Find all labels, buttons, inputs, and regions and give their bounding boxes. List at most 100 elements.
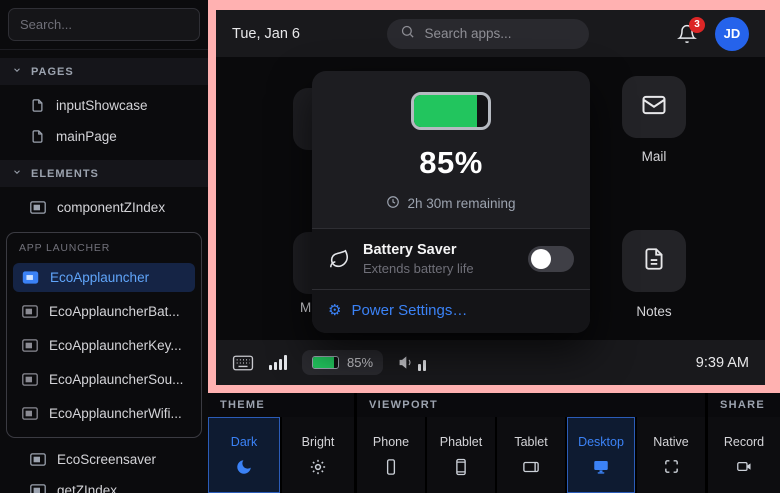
theme-dark-button[interactable]: Dark: [208, 417, 280, 493]
fullscreen-brackets-icon: [663, 458, 680, 475]
app-launcher-group: APP LAUNCHER EcoApplauncher EcoApplaunch…: [6, 232, 202, 438]
volume-icon[interactable]: [398, 354, 426, 371]
app-label-notes: Notes: [622, 304, 686, 319]
sidebar-item-ecoapplaunchersou[interactable]: EcoApplauncherSou...: [13, 365, 195, 394]
toolbar-section-share: SHARE Record: [708, 393, 780, 493]
sidebar-item-label: EcoApplauncherBat...: [49, 304, 180, 319]
power-settings-label: Power Settings…: [351, 302, 467, 319]
battery-saver-row: Battery Saver Extends battery life: [312, 229, 590, 289]
button-label: Bright: [302, 435, 335, 449]
file-icon: [30, 98, 45, 113]
section-title: SHARE: [708, 393, 780, 417]
battery-percentage: 85%: [328, 145, 574, 181]
notifications-button[interactable]: 3: [677, 24, 697, 44]
sidebar-search-input[interactable]: [20, 17, 188, 32]
avatar[interactable]: JD: [715, 17, 749, 51]
section-header-elements[interactable]: ELEMENTS: [0, 160, 208, 187]
share-record-button[interactable]: Record: [708, 417, 780, 493]
component-icon: [22, 305, 38, 318]
sidebar-item-label: getZIndex: [57, 483, 117, 493]
sun-icon: [309, 458, 327, 476]
sidebar-item-label: componentZIndex: [57, 200, 165, 215]
battery-saver-toggle[interactable]: [528, 246, 574, 272]
leaf-icon: [328, 248, 350, 270]
sidebar-item-label: inputShowcase: [56, 98, 148, 113]
sidebar-item-mainpage[interactable]: mainPage: [0, 121, 208, 152]
signal-strength-icon[interactable]: [269, 355, 287, 370]
sidebar-item-ecoapplauncher[interactable]: EcoApplauncher: [13, 263, 195, 292]
app-tile-mail[interactable]: [622, 76, 686, 138]
sidebar-item-ecoapplauncherkey[interactable]: EcoApplauncherKey...: [13, 331, 195, 360]
battery-icon: [312, 356, 339, 369]
sidebar-item-getzindex[interactable]: getZIndex: [0, 475, 208, 493]
phablet-icon: [452, 458, 470, 476]
viewport-tablet-button[interactable]: Tablet: [497, 417, 565, 493]
sidebar-item-label: mainPage: [56, 129, 117, 144]
app-launcher-preview: Tue, Jan 6 3 JD: [216, 10, 765, 385]
section-header-pages[interactable]: PAGES: [0, 58, 208, 85]
sidebar-item-componentzindex[interactable]: componentZIndex: [0, 192, 208, 223]
component-icon: [30, 201, 46, 214]
viewport-native-button[interactable]: Native: [637, 417, 705, 493]
toolbar-section-theme: THEME Dark Bright: [208, 393, 354, 493]
phone-icon: [382, 458, 400, 476]
button-label: Tablet: [514, 435, 547, 449]
desktop-icon: [591, 458, 611, 476]
sidebar-item-label: EcoApplauncherSou...: [49, 372, 183, 387]
sidebar-item-ecoapplauncherwifi[interactable]: EcoApplauncherWifi...: [13, 399, 195, 428]
clock-label: 9:39 AM: [696, 355, 749, 371]
preview-topbar: Tue, Jan 6 3 JD: [216, 10, 765, 57]
group-label: APP LAUNCHER: [13, 239, 195, 263]
sidebar-item-label: EcoApplauncherWifi...: [49, 406, 182, 421]
moon-icon: [235, 458, 253, 476]
sidebar-search[interactable]: [8, 8, 200, 41]
button-label: Phablet: [440, 435, 482, 449]
keyboard-icon[interactable]: [232, 354, 254, 372]
desktop-area: M Mail Notes: [216, 57, 765, 340]
theme-bright-button[interactable]: Bright: [282, 417, 354, 493]
battery-popup: 85% 2h 30m remaining: [312, 71, 590, 333]
battery-fill-level: [414, 95, 477, 127]
sidebar-item-inputshowcase[interactable]: inputShowcase: [0, 90, 208, 121]
divider: [0, 49, 208, 50]
component-icon: [30, 453, 46, 466]
viewport-phone-button[interactable]: Phone: [357, 417, 425, 493]
battery-saver-subtitle: Extends battery life: [363, 261, 474, 276]
sidebar-item-label: EcoApplauncherKey...: [49, 338, 182, 353]
app-label-partial: M: [300, 300, 311, 315]
power-settings-link[interactable]: ⚙ Power Settings…: [312, 290, 590, 333]
chevron-down-icon: [12, 65, 22, 78]
app-search[interactable]: [387, 19, 589, 49]
viewport-desktop-button[interactable]: Desktop: [567, 417, 635, 493]
battery-remaining-label: 2h 30m remaining: [407, 196, 515, 211]
preview-highlight-frame: Tue, Jan 6 3 JD: [208, 0, 780, 393]
sidebar-item-ecoapplauncherbat[interactable]: EcoApplauncherBat...: [13, 297, 195, 326]
taskbar-battery-percent: 85%: [347, 355, 373, 370]
tablet-icon: [521, 458, 541, 476]
playground-toolbar: THEME Dark Bright VIEWPORT: [208, 393, 780, 493]
sidebar-item-label: EcoScreensaver: [57, 452, 156, 467]
section-label: ELEMENTS: [31, 168, 99, 180]
button-label: Phone: [373, 435, 409, 449]
app-search-input[interactable]: [424, 26, 576, 41]
gear-icon: ⚙: [328, 303, 341, 318]
button-label: Desktop: [578, 435, 624, 449]
file-icon: [30, 129, 45, 144]
component-icon: [22, 407, 38, 420]
search-icon: [400, 24, 415, 44]
battery-status-section: 85% 2h 30m remaining: [312, 71, 590, 228]
taskbar-battery-button[interactable]: 85%: [302, 350, 383, 375]
sidebar-item-ecoscreensaver[interactable]: EcoScreensaver: [0, 444, 208, 475]
viewport-phablet-button[interactable]: Phablet: [427, 417, 495, 493]
battery-fill-level: [313, 357, 334, 368]
button-label: Dark: [231, 435, 257, 449]
battery-icon: [411, 92, 491, 130]
section-title: VIEWPORT: [357, 393, 705, 417]
component-icon: [22, 271, 39, 284]
component-icon: [22, 339, 38, 352]
app-label-mail: Mail: [622, 149, 686, 164]
app-tile-notes[interactable]: [622, 230, 686, 292]
component-sidebar: PAGES inputShowcase mainPage ELEMENTS co…: [0, 0, 208, 493]
button-label: Native: [653, 435, 688, 449]
date-label: Tue, Jan 6: [232, 26, 300, 42]
